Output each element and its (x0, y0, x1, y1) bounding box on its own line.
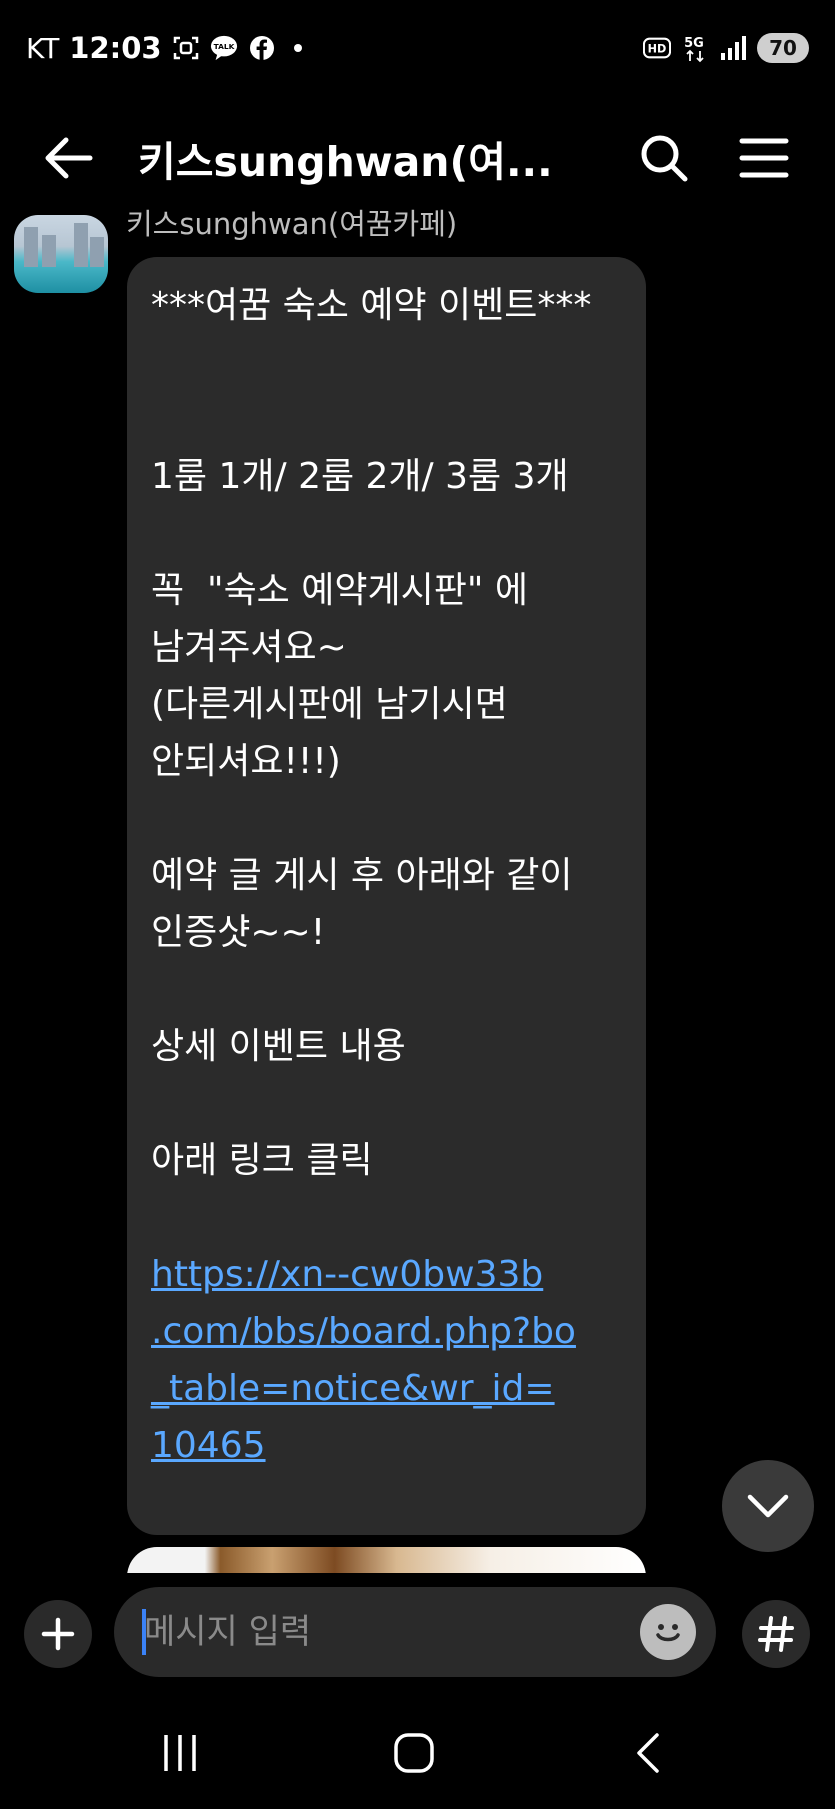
message-line (151, 505, 622, 562)
plus-icon (41, 1617, 75, 1651)
message-line (151, 334, 622, 391)
message-line: 상세 이벤트 내용 (151, 1026, 406, 1067)
back-button[interactable] (40, 130, 96, 186)
emoji-button[interactable] (640, 1604, 696, 1660)
message-line: 남겨주셔요~ (151, 627, 347, 668)
kakaotalk-icon: TALK (210, 34, 238, 62)
search-icon (641, 135, 688, 182)
message-line (151, 1189, 622, 1246)
5g-icon: 5G (681, 34, 709, 63)
link-line[interactable]: _table=notice&wr_id= (151, 1360, 622, 1417)
hd-icon: HD (643, 34, 671, 62)
chat-header: 키스sunghwan(여... (0, 110, 835, 200)
emoji-icon (656, 1624, 680, 1642)
screenshot-icon (172, 34, 200, 62)
recent-apps-button[interactable] (150, 1723, 210, 1783)
signal-icon (719, 34, 747, 62)
home-button[interactable] (384, 1723, 444, 1783)
clock: 12:03 (69, 31, 162, 65)
home-icon (394, 1733, 434, 1773)
message-line (151, 391, 622, 448)
message-line: 1룸 1개/ 2룸 2개/ 3룸 3개 (151, 456, 569, 497)
text-caret (142, 1609, 146, 1655)
hashtag-button[interactable] (742, 1600, 810, 1668)
recent-apps-icon (164, 1735, 196, 1771)
avatar[interactable] (14, 215, 108, 293)
message-line (151, 1075, 622, 1132)
battery-indicator: 70 (757, 33, 809, 63)
message-line: 꼭 "숙소 예약게시판" 에 (151, 570, 528, 611)
message-line: 예약 글 게시 후 아래와 같이 (151, 855, 573, 896)
arrow-left-icon (45, 137, 93, 179)
message-line (151, 961, 622, 1018)
status-right: HD 5G 70 (643, 30, 809, 66)
svg-text:TALK: TALK (213, 42, 234, 51)
message-line: 인증샷~~! (151, 912, 326, 953)
link-line[interactable]: .com/bbs/board.php?bo (151, 1303, 622, 1360)
message-line: (다른게시판에 남기시면 (151, 684, 508, 725)
chevron-down-icon (747, 1494, 789, 1518)
status-left: KT 12:03 TALK (26, 30, 302, 66)
message-text: ***여꿈 숙소 예약 이벤트*** 1룸 1개/ 2룸 2개/ 3룸 3개꼭 "… (151, 277, 622, 1246)
system-nav-bar (0, 1693, 835, 1809)
message-link[interactable]: https://xn--cw0bw33b .com/bbs/board.php?b… (151, 1246, 622, 1474)
input-bar (0, 1573, 835, 1693)
back-nav-button[interactable] (618, 1723, 678, 1783)
link-line[interactable]: https://xn--cw0bw33b (151, 1246, 622, 1303)
back-nav-icon (637, 1733, 659, 1773)
hamburger-menu-icon (739, 138, 789, 178)
hashtag-icon (758, 1616, 794, 1652)
image-message-preview[interactable] (127, 1547, 646, 1573)
add-button[interactable] (24, 1600, 92, 1668)
message-input[interactable] (144, 1605, 624, 1659)
link-line[interactable]: 10465 (151, 1417, 622, 1474)
chat-area[interactable]: 키스sunghwan(여꿈카페) ***여꿈 숙소 예약 이벤트*** 1룸 1개… (0, 205, 835, 1573)
notification-dot (293, 44, 302, 52)
scroll-down-button[interactable] (722, 1460, 814, 1552)
message-bubble[interactable]: ***여꿈 숙소 예약 이벤트*** 1룸 1개/ 2룸 2개/ 3룸 3개꼭 "… (127, 257, 646, 1535)
sender-name: 키스sunghwan(여꿈카페) (126, 207, 458, 241)
search-button[interactable] (636, 130, 692, 186)
svg-text:HD: HD (648, 43, 667, 56)
facebook-icon (248, 34, 276, 62)
message-line: ***여꿈 숙소 예약 이벤트*** (151, 285, 592, 326)
message-field[interactable] (114, 1587, 716, 1677)
message-line: 아래 링크 클릭 (151, 1140, 373, 1181)
chat-title: 키스sunghwan(여... (138, 138, 553, 186)
carrier-label: KT (26, 31, 60, 65)
status-bar: KT 12:03 TALK HD 5G 70 (0, 0, 835, 96)
message-line (151, 790, 622, 847)
message-line: 안되셔요!!!) (151, 741, 341, 782)
menu-button[interactable] (736, 130, 792, 186)
svg-text:5G: 5G (684, 36, 704, 51)
